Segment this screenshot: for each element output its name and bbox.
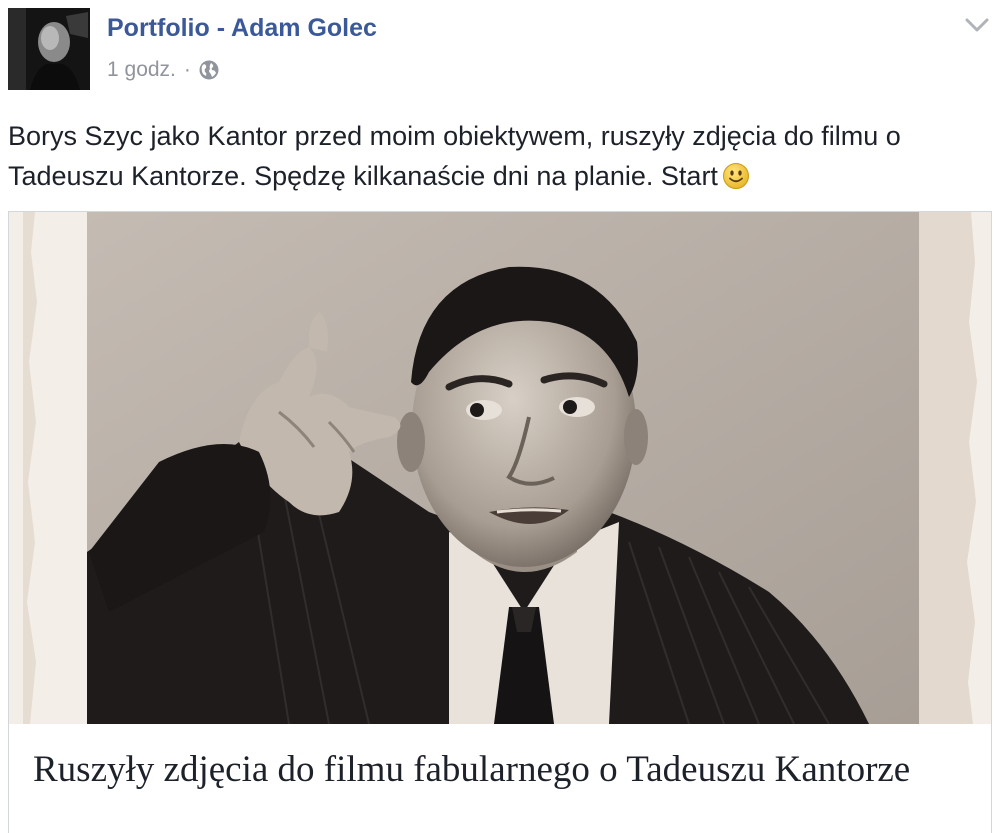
link-title[interactable]: Ruszyły zdjęcia do filmu fabularnego o T… (33, 748, 963, 792)
post-timestamp[interactable]: 1 godz. (107, 58, 176, 82)
smiley-emoji-icon (722, 161, 750, 189)
shared-link-card[interactable]: Ruszyły zdjęcia do filmu fabularnego o T… (8, 211, 992, 833)
link-preview-image[interactable] (9, 212, 991, 724)
meta-separator: · (183, 58, 191, 81)
post-body: Borys Szyc jako Kantor przed moim obiekt… (8, 116, 992, 196)
post-text: Borys Szyc jako Kantor przed moim obiekt… (8, 121, 901, 191)
author-name-link[interactable]: Portfolio - Adam Golec (107, 14, 377, 43)
page-avatar[interactable] (8, 8, 90, 90)
chevron-down-icon[interactable] (962, 14, 992, 36)
globe-icon[interactable] (198, 59, 220, 81)
post-meta: 1 godz. · (107, 58, 220, 82)
